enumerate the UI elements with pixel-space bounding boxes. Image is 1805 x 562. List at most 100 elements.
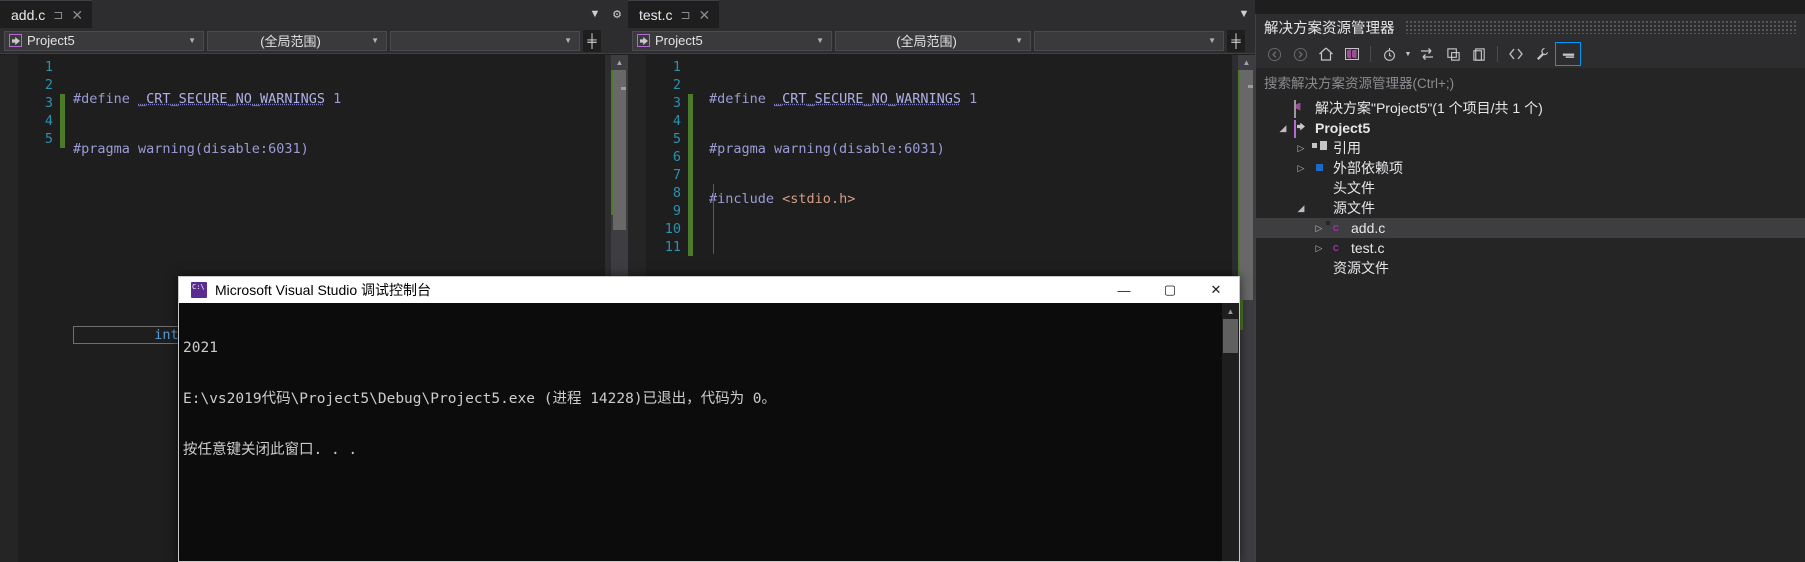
- line-number: 10: [664, 221, 681, 237]
- chevron-down-icon[interactable]: ▼: [366, 36, 384, 45]
- chevron-down-icon[interactable]: ▼: [1233, 0, 1255, 28]
- tree-node-label: 源文件: [1333, 200, 1375, 216]
- console-title-bar[interactable]: Microsoft Visual Studio 调试控制台 — ▢ ✕: [179, 277, 1239, 303]
- chevron-down-icon[interactable]: ▼: [1203, 36, 1221, 45]
- tree-node-source-files[interactable]: ◢ 源文件: [1256, 198, 1805, 218]
- panel-grip[interactable]: [1404, 20, 1797, 34]
- tree-node-references[interactable]: ▷ 引用: [1256, 138, 1805, 158]
- chevron-down-icon[interactable]: ▼: [1010, 36, 1028, 45]
- solution-explorer-search[interactable]: 搜索解决方案资源管理器(Ctrl+;): [1256, 70, 1805, 94]
- expander-collapsed-icon[interactable]: ▷: [1294, 143, 1308, 154]
- properties-icon[interactable]: [1467, 43, 1491, 65]
- scroll-up-icon[interactable]: ▲: [1238, 55, 1255, 70]
- tree-node-project5[interactable]: ◢ Project5: [1256, 118, 1805, 138]
- chevron-down-icon[interactable]: ▼: [811, 36, 829, 45]
- solution-icon[interactable]: [1340, 43, 1364, 65]
- expander-collapsed-icon[interactable]: ▷: [1294, 163, 1308, 174]
- right-scrollbar-thumb[interactable]: [1240, 70, 1253, 300]
- console-app-icon: [191, 282, 207, 298]
- expander-expanded-icon[interactable]: ◢: [1294, 203, 1308, 214]
- tree-node-solution[interactable]: ▸ 解决方案"Project5"(1 个项目/共 1 个): [1256, 98, 1805, 118]
- structure-guide-line: [713, 184, 714, 254]
- tree-node-label: 解决方案"Project5"(1 个项目/共 1 个): [1315, 100, 1543, 116]
- tabstrip-spacer: [92, 0, 584, 28]
- forward-icon[interactable]: [1288, 43, 1312, 65]
- c-file-icon: [1330, 241, 1347, 256]
- right-vertical-scrollbar[interactable]: ▲: [1238, 55, 1255, 562]
- tree-node-label: Project5: [1315, 120, 1371, 136]
- left-indicator-margin[interactable]: [0, 55, 18, 562]
- console-vertical-scrollbar[interactable]: ▲: [1222, 303, 1239, 561]
- chevron-down-icon[interactable]: ▼: [559, 36, 577, 45]
- tree-node-resource-files[interactable]: ▷ 资源文件: [1256, 258, 1805, 278]
- split-window-icon[interactable]: ╪: [583, 29, 601, 52]
- code-line: #pragma warning(disable:6031): [73, 141, 309, 157]
- tab-add-c[interactable]: add.c ⊐ ✕: [0, 0, 93, 29]
- close-icon[interactable]: ✕: [71, 1, 83, 29]
- scroll-up-icon[interactable]: ▲: [611, 55, 628, 70]
- minimize-button[interactable]: —: [1101, 277, 1147, 303]
- wrench-icon[interactable]: [1530, 43, 1554, 65]
- left-scrollbar-thumb[interactable]: [613, 70, 626, 230]
- back-icon[interactable]: [1262, 43, 1286, 65]
- console-line: 2021: [183, 340, 218, 356]
- home-icon[interactable]: [1314, 43, 1338, 65]
- expander-collapsed-icon[interactable]: ▷: [1312, 243, 1326, 254]
- maximize-button[interactable]: ▢: [1147, 277, 1193, 303]
- solution-explorer-tree: ▸ 解决方案"Project5"(1 个项目/共 1 个) ◢ Project5…: [1256, 94, 1805, 278]
- expander-collapsed-icon[interactable]: ▷: [1312, 223, 1326, 234]
- scope-combo[interactable]: (全局范围) ▼: [835, 30, 1031, 51]
- line-number: 4: [672, 113, 681, 129]
- view-code-icon[interactable]: [1555, 42, 1581, 66]
- tree-node-header-files[interactable]: ▷ 头文件: [1256, 178, 1805, 198]
- gear-icon[interactable]: ⚙: [606, 0, 628, 28]
- close-icon[interactable]: ✕: [699, 1, 711, 29]
- console-line: E:\vs2019代码\Project5\Debug\Project5.exe …: [183, 391, 777, 407]
- tree-node-add-c[interactable]: ▷ add.c: [1256, 218, 1805, 238]
- left-line-numbers: 1 2 3 4 5: [18, 55, 60, 562]
- project-icon: [637, 34, 650, 47]
- tree-node-label: 资源文件: [1333, 260, 1389, 276]
- collapse-all-icon[interactable]: [1441, 43, 1465, 65]
- scope-combo[interactable]: (全局范围) ▼: [207, 30, 387, 51]
- tab-test-c[interactable]: test.c ⊐ ✕: [628, 0, 720, 29]
- code-line: #define _CRT_SECURE_NO_WARNINGS 1: [709, 91, 978, 107]
- console-line: 按任意键关闭此窗口. . .: [183, 442, 358, 458]
- left-scrollbar-marker: [621, 87, 626, 90]
- toolbar-separator: [1370, 46, 1371, 62]
- chevron-down-icon[interactable]: ▼: [584, 0, 606, 28]
- console-output[interactable]: 2021 E:\vs2019代码\Project5\Debug\Project5…: [179, 303, 1239, 561]
- line-number: 2: [672, 77, 681, 93]
- c-file-icon: [1330, 221, 1347, 236]
- split-window-icon[interactable]: ╪: [1227, 29, 1245, 52]
- solution-explorer-header: 解决方案资源管理器: [1256, 14, 1805, 40]
- expander-icon: ▷: [1294, 183, 1308, 194]
- pending-changes-icon[interactable]: [1377, 43, 1401, 65]
- show-all-files-icon[interactable]: [1504, 43, 1528, 65]
- tree-node-external-dependencies[interactable]: ▷ 外部依赖项: [1256, 158, 1805, 178]
- tree-node-label: 外部依赖项: [1333, 160, 1403, 176]
- right-navigation-bar: Project5 ▼ (全局范围) ▼ ▼ ╪: [628, 28, 1255, 54]
- expander-expanded-icon[interactable]: ◢: [1276, 123, 1290, 134]
- project-combo[interactable]: Project5 ▼: [632, 30, 832, 51]
- solution-explorer-panel: 解决方案资源管理器 ▼ 搜索解决方案资源管理器(Ctrl+;) 解决方案"Pro…: [1255, 14, 1805, 562]
- member-combo[interactable]: ▼: [1034, 30, 1224, 51]
- right-scrollbar-marker: [1248, 85, 1253, 88]
- code-line: #define _CRT_SECURE_NO_WARNINGS 1: [73, 91, 342, 107]
- chevron-down-icon[interactable]: ▼: [1403, 43, 1413, 65]
- project-combo[interactable]: Project5 ▼: [4, 30, 204, 51]
- scroll-up-icon[interactable]: ▲: [1222, 303, 1239, 319]
- tree-node-test-c[interactable]: ▷ test.c: [1256, 238, 1805, 258]
- scope-combo-value: (全局范围): [896, 34, 957, 49]
- close-button[interactable]: ✕: [1193, 277, 1239, 303]
- sync-icon[interactable]: [1415, 43, 1439, 65]
- external-deps-icon: [1312, 161, 1329, 176]
- line-number: 4: [44, 113, 53, 129]
- chevron-down-icon[interactable]: ▼: [183, 36, 201, 45]
- left-navigation-bar: Project5 ▼ (全局范围) ▼ ▼ ╪: [0, 28, 628, 54]
- pin-icon[interactable]: ⊐: [53, 1, 63, 29]
- member-combo[interactable]: ▼: [390, 30, 580, 51]
- pin-icon[interactable]: ⊐: [680, 1, 690, 29]
- console-scrollbar-thumb[interactable]: [1223, 319, 1238, 353]
